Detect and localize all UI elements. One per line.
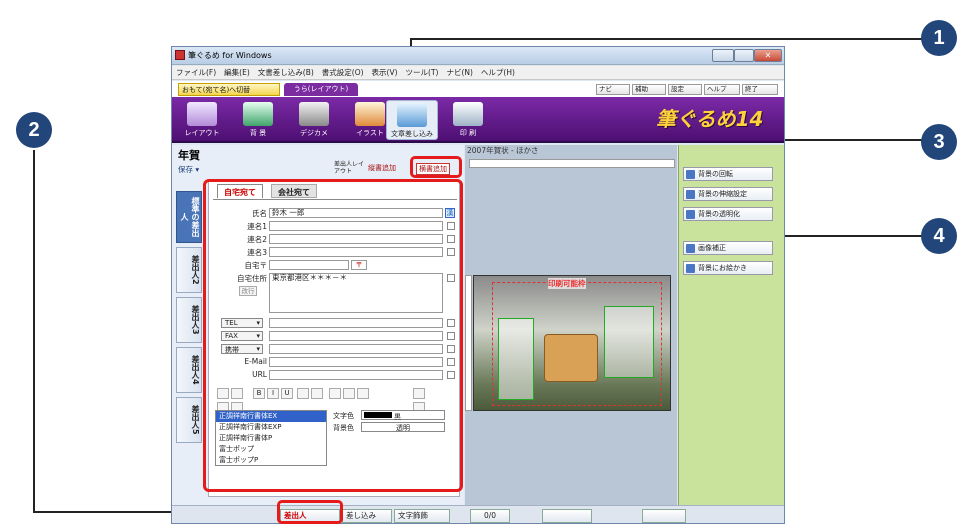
maximize-button[interactable] [734,49,754,62]
layout-icon [187,102,217,126]
page-counter: 0/0 [470,509,510,523]
next-page-button[interactable] [642,509,686,523]
app-icon [175,50,185,60]
menu-view[interactable]: 表示(V) [368,66,402,79]
front-switch-tab[interactable]: おもて(宛て名)へ切替 [178,83,280,96]
exit-button[interactable]: 終了 [742,84,778,95]
callout-3: 3 [921,124,957,160]
title-bar: 筆ぐるめ for Windows ✕ [172,47,784,65]
ribbon-layout-button[interactable]: レイアウト [176,100,228,140]
bg-scale-button[interactable]: 背景の伸縮設定 [683,187,773,201]
side-tab-sender2[interactable]: 差出人2 [176,247,202,293]
assist-button[interactable]: 補助 [632,84,666,95]
menu-edit[interactable]: 編集(E) [220,66,254,79]
rotate-icon [686,170,695,179]
transparency-icon [686,210,695,219]
document-name: 2007年賀状 - ほかさ [467,146,539,155]
illust-icon [355,102,385,126]
back-layout-tab[interactable]: うら(レイアウト) [284,83,358,96]
app-logo: 筆ぐるめ14 [656,107,764,131]
close-button[interactable]: ✕ [754,49,782,62]
card-preview: 印刷可能枠 [473,275,671,411]
menu-help[interactable]: ヘルプ(H) [477,66,519,79]
ribbon-camera-button[interactable]: デジカメ [288,100,340,140]
sender-layout-button[interactable]: 差出人レイアウト [334,161,364,175]
highlight-horizontal-add [410,156,462,178]
menu-format[interactable]: 書式設定(O) [318,66,368,79]
text-insert-icon [397,103,427,127]
navi-button[interactable]: ナビ [596,84,630,95]
ribbon-print-button[interactable]: 印 刷 [442,100,494,140]
side-tab-sender4[interactable]: 差出人4 [176,347,202,393]
highlight-sender-button [277,500,343,524]
ribbon-background-button[interactable]: 背 景 [232,100,284,140]
page-title: 年賀 [178,149,200,162]
status-bar: 差出人 差し込み 文字飾飾 0/0 [172,505,784,523]
save-button[interactable]: 保存 ▾ [178,164,199,175]
text-deco-button[interactable]: 文字飾飾 [394,509,450,523]
background-icon [243,102,273,126]
mode-tab-row: おもて(宛て名)へ切替 うら(レイアウト) ナビ 補助 設定 ヘルプ 終了 [172,81,784,97]
bg-draw-button[interactable]: 背景にお絵かき [683,261,773,275]
draw-icon [686,264,695,273]
scale-icon [686,190,695,199]
help-button[interactable]: ヘルプ [704,84,740,95]
greeting-text-box[interactable] [604,306,654,378]
menu-file[interactable]: ファイル(F) [172,66,220,79]
window-title: 筆ぐるめ for Windows [188,51,272,60]
prev-page-button[interactable] [542,509,592,523]
menu-bar: ファイル(F) 編集(E) 文書差し込み(B) 書式設定(O) 表示(V) ツール(T) ナ… [172,66,784,80]
image-correct-icon [686,244,695,253]
ribbon-text-insert-button[interactable]: 文章差し込み [386,100,438,140]
printable-label: 印刷可能枠 [548,278,586,289]
settings-button[interactable]: 設定 [668,84,702,95]
side-tab-standard[interactable]: 標準の差出人 [176,191,202,243]
camera-icon [299,102,329,126]
menu-merge[interactable]: 文書差し込み(B) [254,66,318,79]
menu-tools[interactable]: ツール(T) [402,66,443,79]
bg-rotate-button[interactable]: 背景の回転 [683,167,773,181]
ribbon: レイアウト 背 景 デジカメ イラスト 文章差し込み 印 刷 筆ぐるめ14 [172,97,784,143]
side-tab-sender3[interactable]: 差出人3 [176,297,202,343]
ema-illustration[interactable] [544,334,598,382]
printer-icon [453,102,483,126]
ruler [469,159,675,168]
sender-text-box[interactable] [498,318,534,400]
menu-navi[interactable]: ナビ(N) [442,66,476,79]
side-tab-sender5[interactable]: 差出人5 [176,397,202,443]
callout-1: 1 [921,20,957,56]
image-correct-button[interactable]: 画像補正 [683,241,773,255]
callout-4: 4 [921,218,957,254]
sender-side-tabs: 標準の差出人 差出人2 差出人3 差出人4 差出人5 [176,191,206,453]
vertical-add-button[interactable]: 縦書追加 [368,163,396,173]
bg-transparency-button[interactable]: 背景の透明化 [683,207,773,221]
vertical-ruler [465,275,472,411]
minimize-button[interactable] [712,49,734,62]
background-tools: 背景の回転 背景の伸縮設定 背景の透明化 画像補正 背景にお絵かき [678,145,784,523]
insert-button[interactable]: 差し込み [342,509,392,523]
callout-2: 2 [16,112,52,148]
highlight-sender-form [203,179,463,492]
